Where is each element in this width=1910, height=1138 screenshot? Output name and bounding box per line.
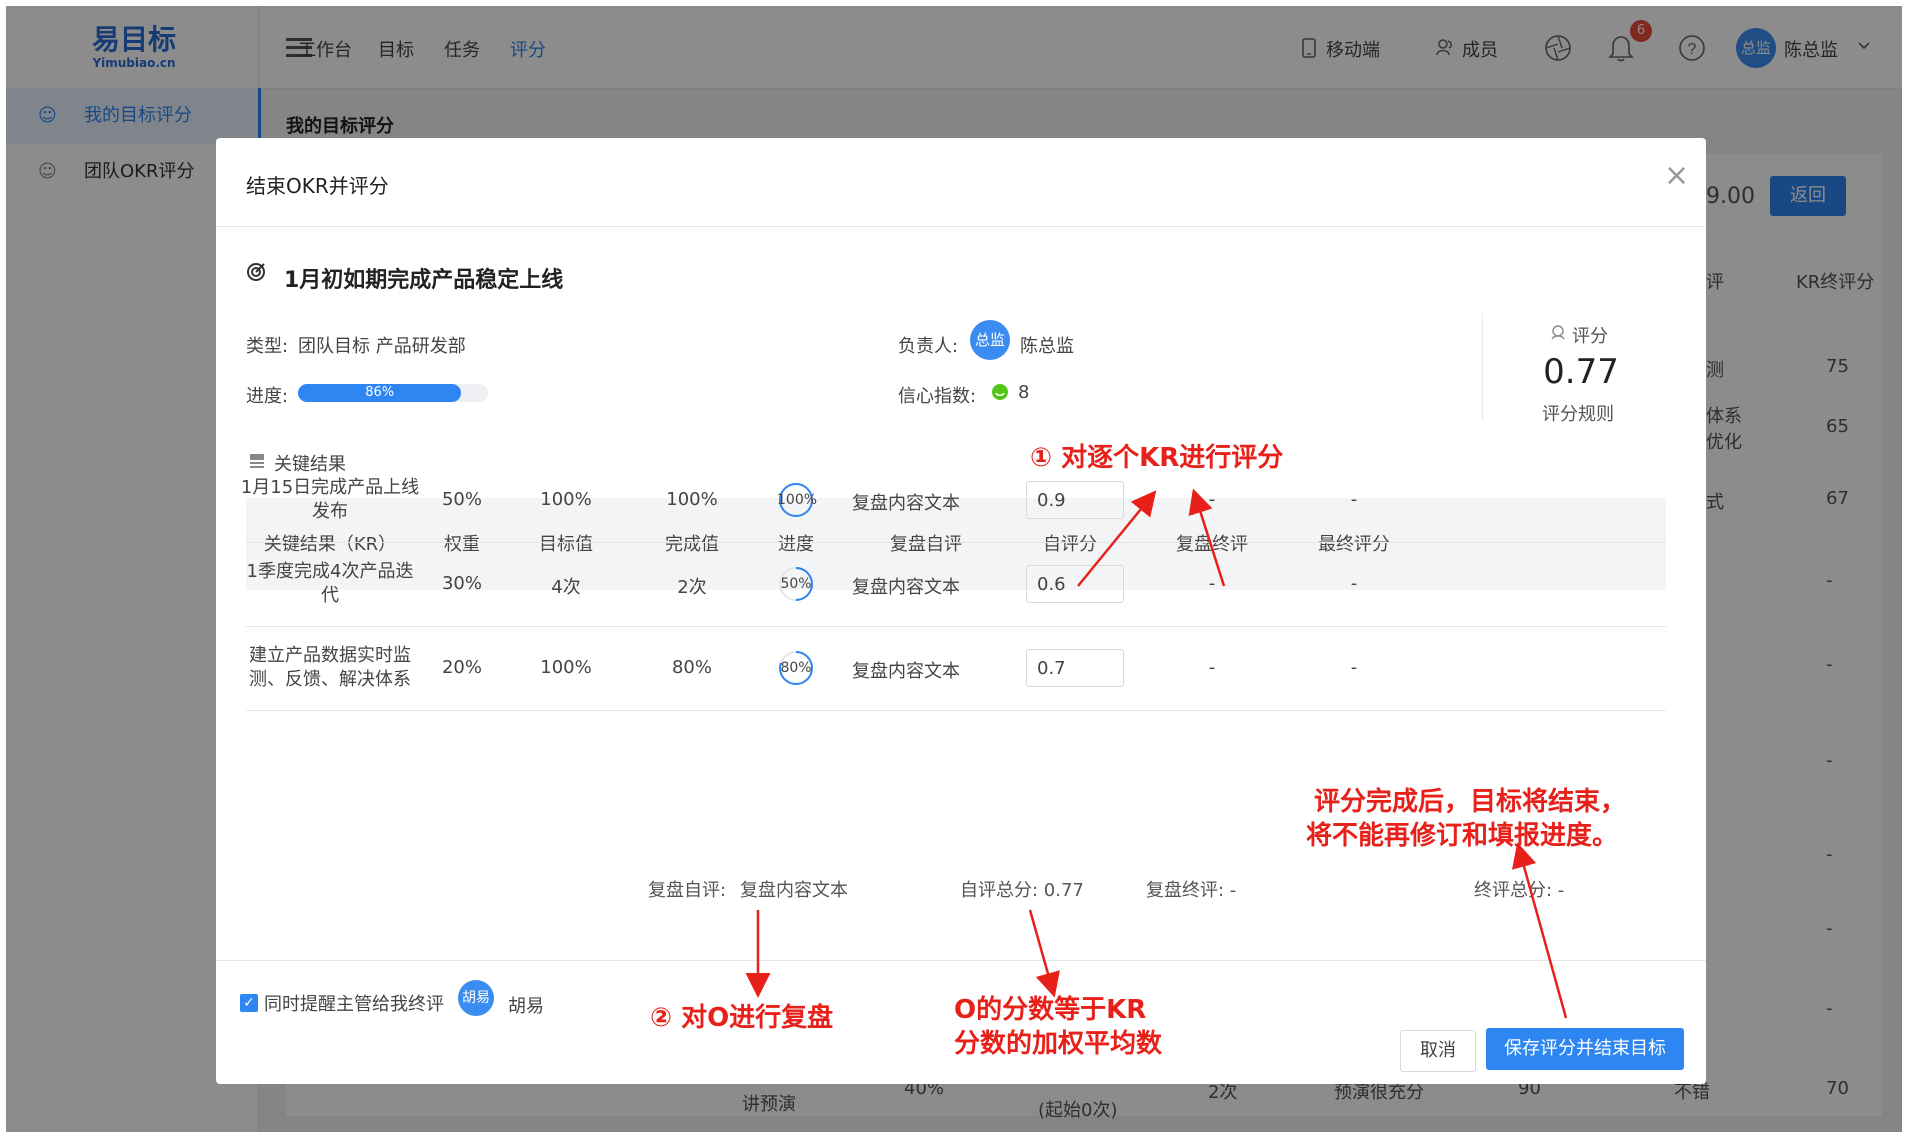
progress-ring-label: 80% — [780, 660, 812, 676]
type-label: 类型: — [246, 336, 289, 357]
final-review-summary: 复盘终评: - — [1146, 880, 1237, 901]
score-label: 评分 — [1572, 326, 1608, 347]
score-value: 0.77 — [1543, 352, 1619, 392]
app-frame: 易目标 Yimubiao.cn 工作台 目标 任务 评分 移动端 成员 6 ? … — [6, 6, 1902, 1132]
cancel-button[interactable]: 取消 — [1400, 1030, 1476, 1072]
annotation-score-each-kr: ① 对逐个KR进行评分 — [1030, 443, 1284, 473]
list-icon — [250, 454, 264, 468]
row-divider — [246, 542, 1666, 543]
footer-divider — [216, 960, 1706, 961]
column-header: 最终评分 — [1318, 534, 1390, 555]
confidence-label: 信心指数: — [898, 386, 977, 407]
progress-label: 进度: — [246, 386, 289, 407]
close-icon[interactable]: × — [1664, 158, 1689, 193]
owner-name: 陈总监 — [1020, 336, 1074, 357]
self-score-input[interactable]: 0.6 — [1026, 565, 1124, 603]
final-score-total: 终评总分: - — [1474, 880, 1565, 901]
kr-cell-done: 2次 — [677, 577, 707, 598]
score-rules-link[interactable]: 评分规则 — [1542, 400, 1614, 426]
save-and-end-button[interactable]: 保存评分并结束目标 — [1486, 1028, 1684, 1070]
manager-name: 胡易 — [508, 996, 544, 1017]
self-score-input[interactable]: 0.9 — [1026, 481, 1124, 519]
dialog-title: 结束OKR并评分 — [246, 174, 389, 198]
kr-cell-final-score: - — [1350, 657, 1358, 678]
annotation-weighted-average-line2: 分数的加权平均数 — [954, 1029, 1163, 1059]
progress-bar: 86% — [298, 384, 488, 402]
objective-target-icon — [247, 263, 265, 281]
kr-cell-final-review: - — [1208, 657, 1216, 678]
dialog-header: 结束OKR并评分 × — [216, 138, 1706, 227]
progress-ring-label: 50% — [780, 576, 812, 592]
kr-cell-done: 100% — [666, 489, 718, 510]
kr-cell-final-review: - — [1208, 489, 1216, 510]
owner-avatar: 总监 — [970, 320, 1010, 360]
row-divider — [246, 710, 1666, 711]
confidence-value: 8 — [1018, 382, 1030, 403]
score-icon — [1551, 325, 1565, 340]
progress-ring-label: 100% — [777, 492, 818, 508]
progress-fill: 86% — [298, 384, 462, 402]
owner-label: 负责人: — [898, 336, 959, 357]
annotation-objective-ends-line2: 将不能再修订和填报进度。 — [1306, 821, 1619, 851]
self-score-input[interactable]: 0.7 — [1026, 649, 1124, 687]
objective-title: 1月初如期完成产品稳定上线 — [284, 268, 564, 293]
type-value: 团队目标 产品研发部 — [298, 336, 466, 357]
annotation-weighted-average-line1: O的分数等于KR — [954, 995, 1147, 1025]
row-divider — [246, 626, 1666, 627]
smile-icon — [992, 384, 1008, 400]
annotation-review-objective: ② 对O进行复盘 — [650, 1003, 834, 1033]
kr-cell-review: 复盘内容文本 — [852, 493, 960, 514]
end-okr-dialog: 结束OKR并评分 × 1月初如期完成产品稳定上线 类型: 团队目标 产品研发部 … — [216, 138, 1706, 1084]
manager-avatar: 胡易 — [458, 980, 494, 1016]
kr-cell-review: 复盘内容文本 — [852, 661, 960, 682]
kr-cell-review: 复盘内容文本 — [852, 577, 960, 598]
kr-section-title: 关键结果 — [274, 454, 346, 475]
kr-cell-final-review: - — [1208, 573, 1216, 594]
summary-review-value[interactable]: 复盘内容文本 — [740, 876, 848, 902]
divider — [1482, 314, 1483, 420]
summary-review-label: 复盘自评: — [648, 880, 727, 901]
annotation-objective-ends-line1: 评分完成后，目标将结束， — [1314, 787, 1627, 817]
kr-cell-done: 80% — [671, 657, 712, 678]
remind-label[interactable]: 同时提醒主管给我终评 — [264, 990, 444, 1016]
self-score-total: 自评总分: 0.77 — [960, 880, 1084, 901]
kr-cell-final-score: - — [1350, 489, 1358, 510]
kr-cell-final-score: - — [1350, 573, 1358, 594]
remind-checkbox[interactable]: ✓ — [240, 994, 258, 1012]
